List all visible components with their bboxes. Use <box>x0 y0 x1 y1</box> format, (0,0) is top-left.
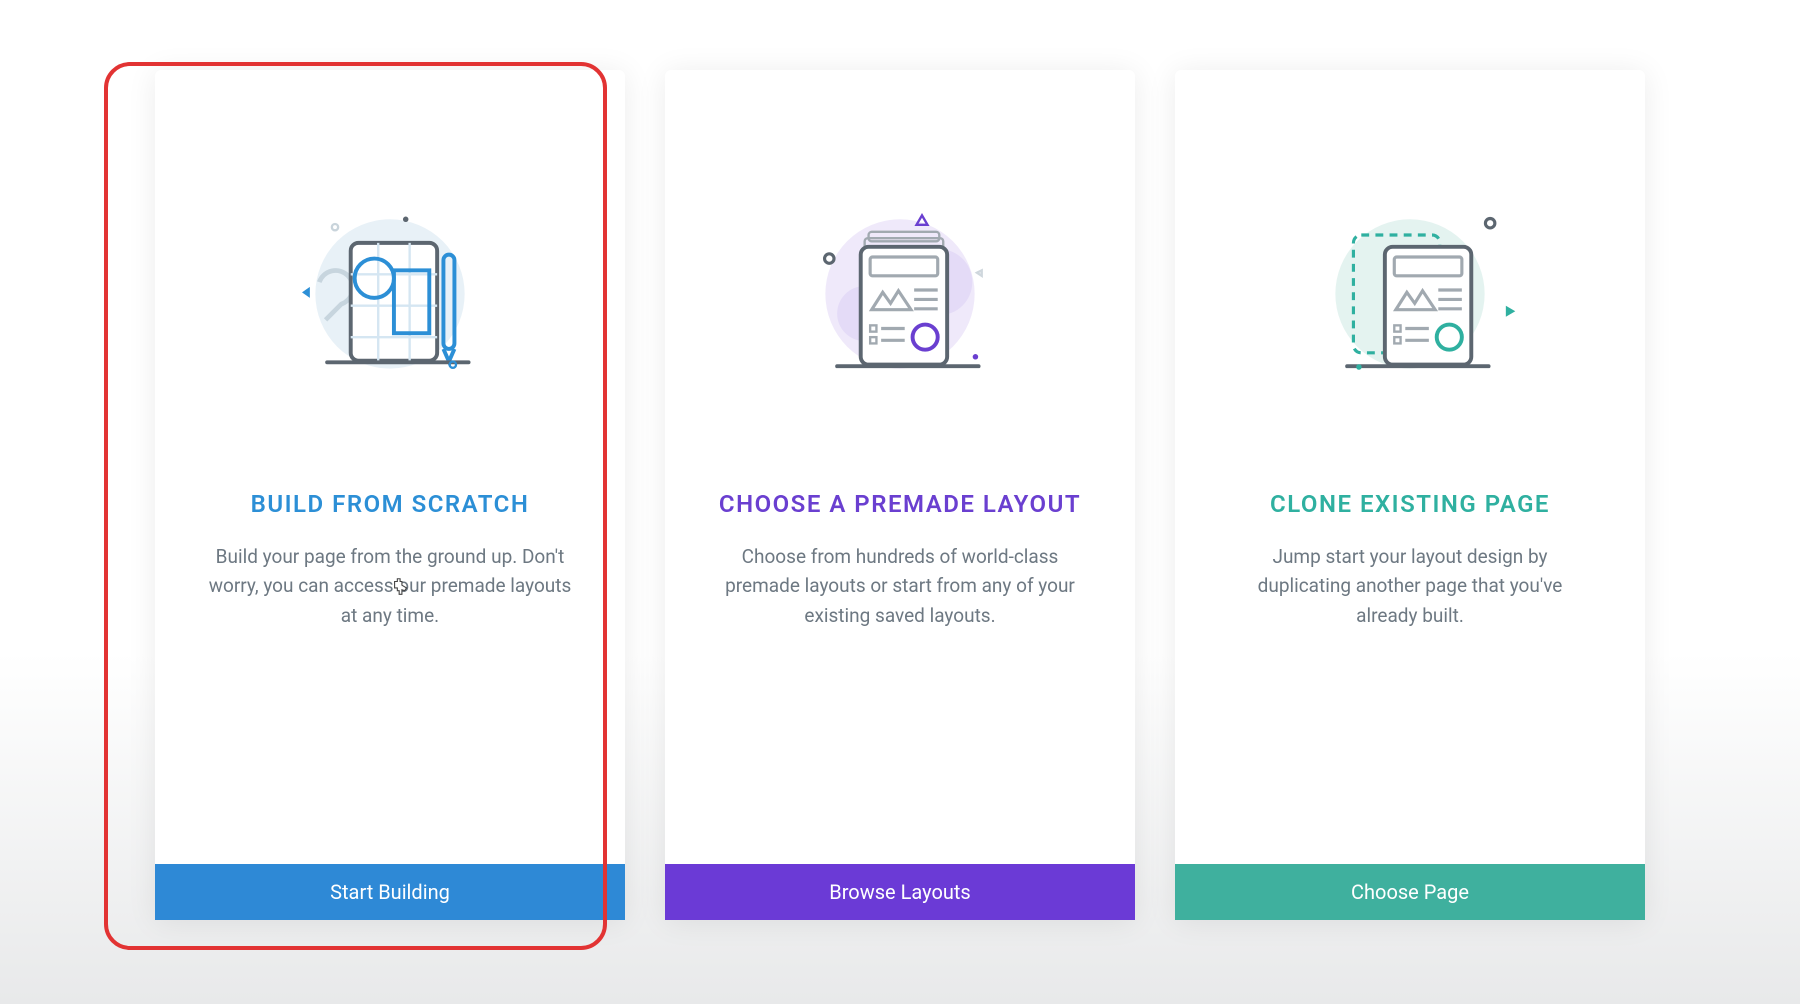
card-description: Build your page from the ground up. Don'… <box>205 542 575 630</box>
card-premade-layout[interactable]: CHOOSE A PREMADE LAYOUT Choose from hund… <box>665 70 1135 920</box>
choose-page-button[interactable]: Choose Page <box>1175 864 1645 920</box>
card-body: CLONE EXISTING PAGE Jump start your layo… <box>1175 70 1645 864</box>
browse-layouts-button[interactable]: Browse Layouts <box>665 864 1135 920</box>
premade-layout-illustration-icon <box>740 150 1060 430</box>
card-clone-page[interactable]: CLONE EXISTING PAGE Jump start your layo… <box>1175 70 1645 920</box>
card-description: Choose from hundreds of world-class prem… <box>715 542 1085 630</box>
build-scratch-illustration-icon <box>230 150 550 430</box>
start-building-button[interactable]: Start Building <box>155 864 625 920</box>
card-title: BUILD FROM SCRATCH <box>251 490 530 518</box>
card-title: CHOOSE A PREMADE LAYOUT <box>719 490 1081 518</box>
card-body: BUILD FROM SCRATCH Build your page from … <box>155 70 625 864</box>
card-body: CHOOSE A PREMADE LAYOUT Choose from hund… <box>665 70 1135 864</box>
card-row: BUILD FROM SCRATCH Build your page from … <box>0 0 1800 990</box>
card-description: Jump start your layout design by duplica… <box>1225 542 1595 630</box>
card-title: CLONE EXISTING PAGE <box>1270 490 1550 518</box>
card-build-from-scratch[interactable]: BUILD FROM SCRATCH Build your page from … <box>155 70 625 920</box>
clone-page-illustration-icon <box>1250 150 1570 430</box>
